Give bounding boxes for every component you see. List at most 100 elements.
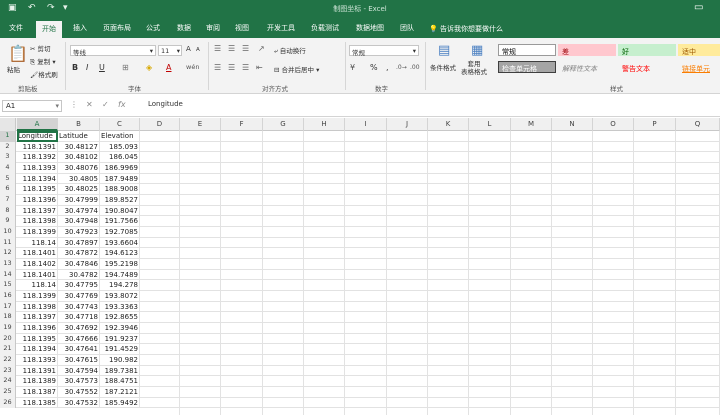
cell-b24[interactable]: 30.47573 — [58, 376, 100, 388]
cell-b18[interactable]: 30.47718 — [58, 312, 100, 324]
cell-b17[interactable]: 30.47743 — [58, 301, 100, 313]
row-header[interactable]: 5 — [0, 173, 16, 185]
row-header[interactable]: 7 — [0, 195, 16, 206]
tab-5[interactable]: 数据 — [177, 23, 191, 33]
column-header-f[interactable]: F — [221, 118, 263, 131]
cut-button[interactable]: ✂ 剪切 — [30, 43, 51, 53]
cell-b21[interactable]: 30.47641 — [58, 344, 100, 356]
font-color-icon[interactable]: A — [166, 63, 171, 72]
cell-a14[interactable]: 118.1401 — [17, 269, 58, 281]
row-header[interactable]: 16 — [0, 291, 16, 302]
cell-b10[interactable]: 30.47923 — [58, 227, 100, 238]
cell-style-0[interactable]: 常规 — [498, 44, 556, 56]
cell-c16[interactable]: 193.8072 — [100, 291, 140, 302]
indent-icon[interactable]: ⇤ — [256, 63, 263, 72]
cell-c24[interactable]: 188.4751 — [100, 376, 140, 388]
conditional-format-button[interactable]: 条件格式 — [430, 62, 456, 72]
cell-a8[interactable]: 118.1397 — [17, 205, 58, 217]
cell-b25[interactable]: 30.47552 — [58, 387, 100, 398]
cell-c17[interactable]: 193.3363 — [100, 301, 140, 313]
paste-button[interactable]: 粘贴 — [7, 64, 20, 74]
formula-input[interactable]: Longitude — [148, 100, 183, 108]
cell-a26[interactable]: 118.1385 — [17, 397, 58, 409]
cell-a1[interactable]: Longitude — [17, 131, 58, 142]
phonetic-button[interactable]: wén — [186, 63, 199, 71]
enter-icon[interactable]: ✓ — [102, 100, 109, 109]
row-header[interactable]: 1 — [0, 131, 16, 142]
cell-a13[interactable]: 118.1402 — [17, 259, 58, 270]
cell-c1[interactable]: Elevation — [100, 131, 140, 142]
fill-color-icon[interactable]: ◈ — [146, 63, 152, 72]
cell-a17[interactable]: 118.1398 — [17, 301, 58, 313]
conditional-format-icon[interactable]: ▤ — [438, 43, 450, 58]
column-header-q[interactable]: Q — [676, 118, 720, 131]
cell-a2[interactable]: 118.1391 — [17, 141, 58, 153]
cell-c6[interactable]: 188.9008 — [100, 184, 140, 195]
column-header-n[interactable]: N — [552, 118, 593, 131]
tell-me-search[interactable]: 💡 告诉我你想要做什么 — [429, 24, 503, 34]
cell-style-5[interactable]: 解释性文本 — [558, 61, 616, 73]
row-header[interactable]: 11 — [0, 237, 16, 249]
row-header[interactable]: 6 — [0, 184, 16, 195]
column-header-c[interactable]: C — [100, 118, 140, 131]
cell-b7[interactable]: 30.47999 — [58, 195, 100, 206]
cell-a18[interactable]: 118.1397 — [17, 312, 58, 324]
cell-b8[interactable]: 30.47974 — [58, 205, 100, 217]
cell-c11[interactable]: 193.6604 — [100, 237, 140, 249]
cell-a10[interactable]: 118.1399 — [17, 227, 58, 238]
row-header[interactable]: 17 — [0, 301, 16, 313]
cell-c2[interactable]: 185.093 — [100, 141, 140, 153]
tab-2[interactable]: 插入 — [73, 23, 87, 33]
row-header[interactable]: 8 — [0, 205, 16, 217]
column-header-m[interactable]: M — [511, 118, 552, 131]
border-icon[interactable]: ⊞ — [122, 63, 129, 72]
cell-a9[interactable]: 118.1398 — [17, 216, 58, 228]
cell-a6[interactable]: 118.1395 — [17, 184, 58, 195]
row-header[interactable]: 15 — [0, 280, 16, 292]
name-box[interactable]: A1 ▾ — [2, 100, 62, 112]
cell-a23[interactable]: 118.1391 — [17, 365, 58, 377]
row-header[interactable]: 19 — [0, 323, 16, 334]
cell-a5[interactable]: 118.1394 — [17, 173, 58, 185]
insert-function-icon[interactable]: fx — [118, 100, 126, 109]
tab-6[interactable]: 审阅 — [206, 23, 220, 33]
row-header[interactable]: 23 — [0, 365, 16, 377]
cell-c12[interactable]: 194.6123 — [100, 248, 140, 260]
cell-c13[interactable]: 195.2198 — [100, 259, 140, 270]
column-header-j[interactable]: J — [387, 118, 428, 131]
select-all-button[interactable] — [0, 118, 16, 131]
cell-c3[interactable]: 186.045 — [100, 152, 140, 163]
row-header[interactable]: 25 — [0, 387, 16, 398]
cell-style-4[interactable]: 检查单元格 — [498, 61, 556, 73]
cell-a20[interactable]: 118.1395 — [17, 333, 58, 345]
row-header[interactable]: 18 — [0, 312, 16, 324]
cell-b1[interactable]: Latitude — [58, 131, 100, 142]
column-header-a[interactable]: A — [17, 118, 58, 131]
cell-c4[interactable]: 186.9969 — [100, 163, 140, 174]
row-header[interactable]: 9 — [0, 216, 16, 228]
cell-style-7[interactable]: 链接单元 — [678, 61, 720, 73]
cell-b15[interactable]: 30.47795 — [58, 280, 100, 292]
align-center-icon[interactable]: ☰ — [228, 63, 235, 72]
column-header-g[interactable]: G — [263, 118, 304, 131]
cell-c19[interactable]: 192.3946 — [100, 323, 140, 334]
cell-c7[interactable]: 189.8527 — [100, 195, 140, 206]
cell-c23[interactable]: 189.7381 — [100, 365, 140, 377]
copy-button[interactable]: ⎘ 复制 ▾ — [30, 56, 56, 67]
format-painter-button[interactable]: 🖌格式刷 — [30, 69, 58, 79]
bold-button[interactable]: B — [72, 63, 78, 72]
cell-c22[interactable]: 190.982 — [100, 355, 140, 366]
cell-a24[interactable]: 118.1389 — [17, 376, 58, 388]
row-header[interactable]: 10 — [0, 227, 16, 238]
tab-9[interactable]: 负载测试 — [311, 23, 339, 33]
cell-style-3[interactable]: 适中 — [678, 44, 720, 56]
cell-a3[interactable]: 118.1392 — [17, 152, 58, 163]
cell-a4[interactable]: 118.1393 — [17, 163, 58, 174]
cell-a7[interactable]: 118.1396 — [17, 195, 58, 206]
cell-c20[interactable]: 191.9237 — [100, 333, 140, 345]
table-format-icon[interactable]: ▦ — [471, 43, 483, 58]
row-header[interactable]: 2 — [0, 141, 16, 153]
cell-a16[interactable]: 118.1399 — [17, 291, 58, 302]
cell-b23[interactable]: 30.47594 — [58, 365, 100, 377]
row-header[interactable]: 12 — [0, 248, 16, 260]
